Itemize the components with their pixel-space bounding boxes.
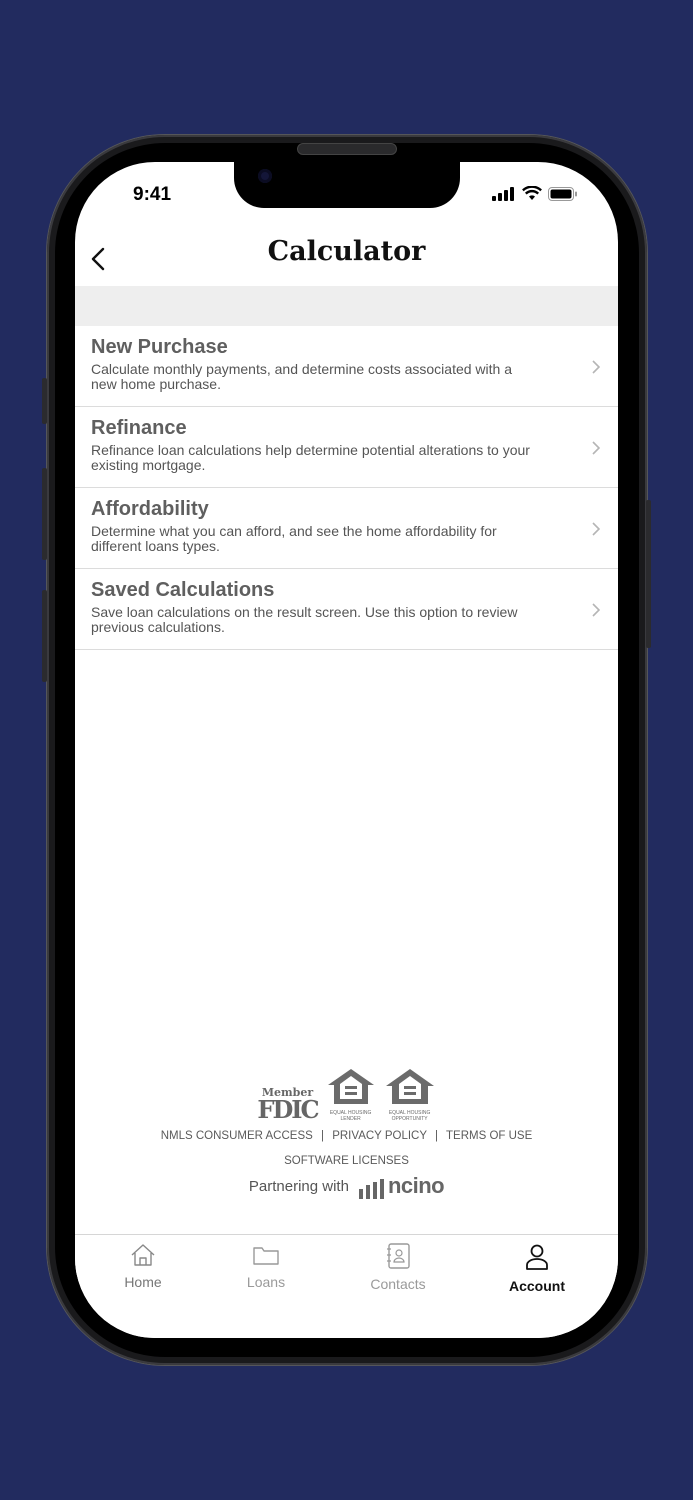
equal-housing-lender-label: EQUAL HOUSING LENDER [329, 1110, 372, 1122]
home-icon [131, 1244, 155, 1266]
partner-banner: Partnering with ncino [75, 1173, 618, 1199]
item-description: Refinance loan calculations help determi… [91, 442, 530, 473]
ncino-wordmark: ncino [387, 1173, 445, 1198]
cellular-signal-icon [492, 186, 514, 201]
tab-account[interactable]: Account [487, 1243, 587, 1294]
list-item-saved-calculations[interactable]: Saved Calculations Save loan calculation… [75, 569, 618, 650]
section-spacer [75, 286, 618, 326]
fdic-label: FDIC [257, 1095, 319, 1124]
status-time: 9:41 [133, 184, 172, 205]
wifi-icon [522, 186, 542, 200]
list-item-affordability[interactable]: Affordability Determine what you can aff… [75, 488, 618, 569]
chevron-right-icon [592, 441, 600, 455]
fdic-logo: Member FDIC [257, 1087, 319, 1124]
tab-label: Contacts [370, 1276, 426, 1292]
item-title: Saved Calculations [91, 579, 275, 601]
regulatory-logos: Member FDIC EQUAL HOUSING LENDER EQUAL H… [75, 1067, 618, 1122]
item-description: Determine what you can afford, and see t… [91, 523, 497, 554]
folder-icon [253, 1247, 279, 1265]
item-description: Save loan calculations on the result scr… [91, 604, 518, 635]
terms-of-use-link[interactable]: TERMS OF USE [446, 1130, 532, 1142]
equal-housing-lender-logo: EQUAL HOUSING LENDER [326, 1067, 376, 1122]
tab-home[interactable]: Home [93, 1243, 193, 1290]
footer-links: NMLS CONSUMER ACCESS | PRIVACY POLICY | … [75, 1130, 618, 1142]
item-title: Affordability [91, 498, 209, 520]
nav-header: Calculator [75, 230, 618, 286]
equal-housing-opportunity-logo: EQUAL HOUSING OPPORTUNITY [384, 1067, 436, 1122]
camera-icon [258, 169, 272, 183]
calculator-list: New Purchase Calculate monthly payments,… [75, 326, 618, 650]
tab-bar: Home Loans Contacts Account [75, 1234, 618, 1338]
ncino-logo: ncino [358, 1173, 445, 1199]
nmls-consumer-access-link[interactable]: NMLS CONSUMER ACCESS [161, 1130, 313, 1142]
tab-loans[interactable]: Loans [216, 1243, 316, 1290]
contacts-icon [387, 1243, 410, 1269]
equal-housing-icon [385, 1069, 434, 1104]
status-icons [492, 186, 578, 201]
mute-switch [42, 378, 47, 424]
tab-label: Account [509, 1278, 565, 1294]
person-icon [526, 1244, 548, 1270]
battery-icon [548, 186, 577, 201]
equal-housing-opportunity-label: EQUAL HOUSING OPPORTUNITY [388, 1110, 431, 1122]
speaker-grille [297, 143, 397, 155]
app-screen: 9:41 Calculator New Purchase Calculate m… [75, 162, 618, 1338]
link-separator: | [435, 1130, 439, 1142]
power-button [646, 500, 651, 648]
notch [234, 162, 460, 208]
item-title: New Purchase [91, 336, 228, 358]
tab-contacts[interactable]: Contacts [348, 1243, 448, 1292]
tab-label: Home [124, 1274, 162, 1290]
partnering-with-label: Partnering with [248, 1177, 349, 1195]
chevron-right-icon [592, 603, 600, 617]
list-item-new-purchase[interactable]: New Purchase Calculate monthly payments,… [75, 326, 618, 407]
list-item-refinance[interactable]: Refinance Refinance loan calculations he… [75, 407, 618, 488]
software-licenses-link[interactable]: SOFTWARE LICENSES [75, 1155, 618, 1167]
item-description: Calculate monthly payments, and determin… [91, 361, 512, 392]
item-title: Refinance [91, 417, 187, 439]
volume-up-button [42, 468, 47, 560]
ncino-bars-icon [358, 1179, 384, 1199]
chevron-right-icon [592, 522, 600, 536]
page-title: Calculator [267, 236, 426, 267]
privacy-policy-link[interactable]: PRIVACY POLICY [332, 1130, 427, 1142]
link-separator: | [321, 1130, 324, 1142]
chevron-right-icon [592, 360, 600, 374]
tab-label: Loans [246, 1274, 286, 1290]
equal-housing-icon [327, 1069, 374, 1104]
volume-down-button [42, 590, 47, 682]
